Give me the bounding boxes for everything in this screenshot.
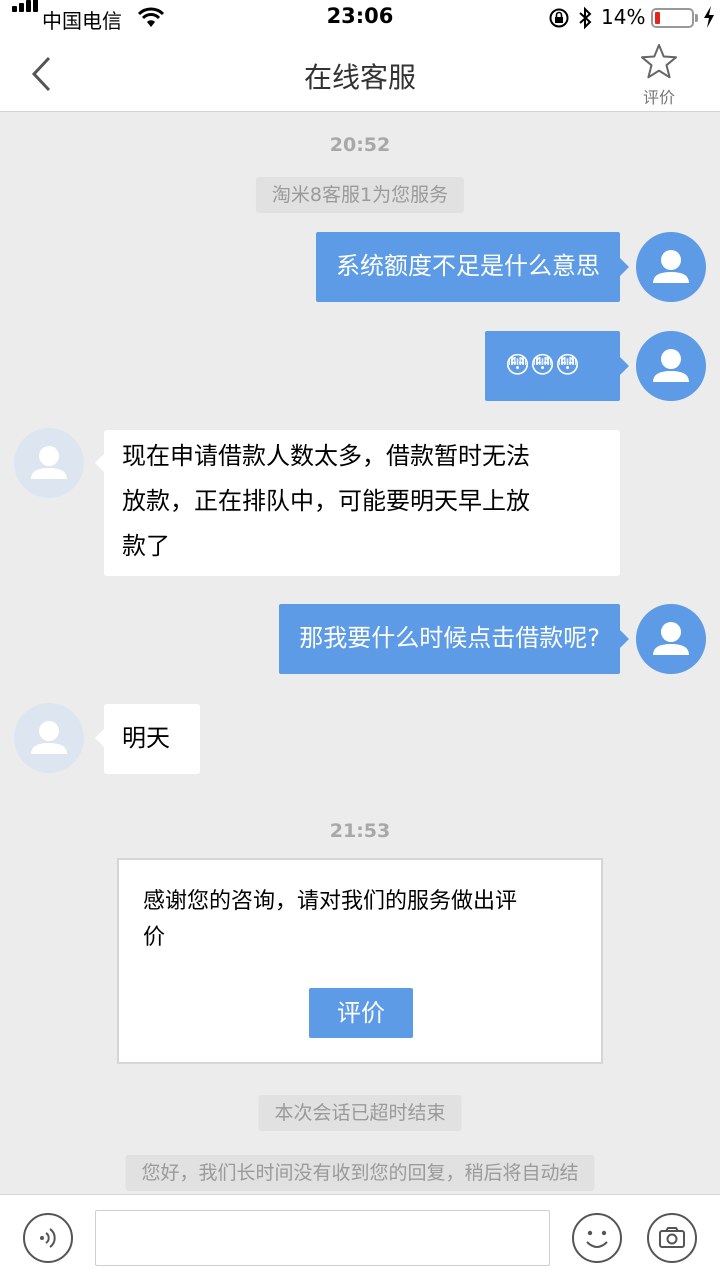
message-input[interactable] [95, 1210, 550, 1266]
status-bar: 中国电信 23:06 14% [0, 0, 720, 36]
rate-label: 评价 [642, 88, 675, 107]
bubble-arrow [95, 729, 104, 747]
rating-card-line: 感谢您的咨询，请对我们的服务做出评 [143, 889, 518, 914]
bubble-arrow [620, 258, 629, 276]
message-bubble-agent[interactable]: 明天 [104, 704, 200, 774]
message-bubble-user[interactable]: 😳😳😳 [485, 331, 620, 401]
bluetooth-icon [579, 6, 592, 30]
bubble-arrow [620, 630, 629, 648]
rotation-lock-icon [549, 8, 569, 28]
smiley-icon [572, 1213, 622, 1263]
battery-percent: 14% [601, 5, 646, 29]
timestamp: 21:53 [329, 820, 391, 842]
voice-icon [23, 1213, 73, 1263]
rating-card-text: 感谢您的咨询，请对我们的服务做出评 价 [143, 884, 573, 956]
rating-card-line: 价 [143, 925, 166, 950]
camera-button[interactable] [646, 1212, 698, 1264]
agent-avatar[interactable] [14, 703, 84, 773]
battery-icon [651, 8, 694, 28]
nav-bar: 在线客服 评价 [0, 36, 720, 112]
agent-avatar[interactable] [14, 428, 84, 498]
star-outline-icon [641, 44, 677, 79]
user-silhouette-icon [653, 349, 689, 382]
chat-area[interactable]: 20:52 淘米8客服1为您服务 系统额度不足是什么意思 😳😳😳 现在申请借款人… [0, 112, 720, 1194]
timestamp: 20:52 [329, 134, 391, 156]
agent-silhouette-icon [31, 721, 67, 754]
message-bubble-agent[interactable]: 现在申请借款人数太多，借款暂时无法 放款，正在排队中，可能要明天早上放 款了 [104, 430, 620, 576]
page-title: 在线客服 [303, 61, 416, 94]
battery-tip [695, 14, 698, 22]
battery-level-fill [655, 12, 660, 24]
auto-end-notice: 您好，我们长时间没有收到您的回复，稍后将自动结 [125, 1155, 595, 1191]
message-line: 款了 [122, 532, 170, 560]
user-silhouette-icon [653, 622, 689, 655]
user-avatar[interactable] [636, 331, 706, 401]
rate-service-button[interactable]: 评价 [309, 988, 413, 1038]
voice-button[interactable] [22, 1212, 74, 1264]
agent-silhouette-icon [31, 446, 67, 479]
message-text: 明天 [122, 724, 170, 752]
user-avatar[interactable] [636, 604, 706, 674]
service-notice: 淘米8客服1为您服务 [255, 177, 465, 213]
bubble-arrow [620, 357, 629, 375]
message-text: 那我要什么时候点击借款呢? [299, 624, 600, 652]
rating-card: 感谢您的咨询，请对我们的服务做出评 价 评价 [117, 858, 603, 1064]
user-avatar[interactable] [636, 232, 706, 302]
charging-icon [704, 6, 714, 28]
message-bubble-user[interactable]: 系统额度不足是什么意思 [316, 232, 620, 302]
bubble-arrow [95, 454, 104, 472]
emoji-button[interactable] [571, 1212, 623, 1264]
session-timeout-notice: 本次会话已超时结束 [258, 1095, 462, 1131]
message-text: 😳😳😳 [505, 351, 581, 379]
message-bubble-user[interactable]: 那我要什么时候点击借款呢? [279, 604, 620, 674]
rate-button[interactable]: 评价 [626, 42, 692, 110]
user-silhouette-icon [653, 250, 689, 283]
message-line: 现在申请借款人数太多，借款暂时无法 [122, 442, 530, 470]
camera-icon [647, 1213, 697, 1263]
message-text: 系统额度不足是什么意思 [336, 252, 600, 280]
input-bar [0, 1194, 720, 1280]
message-line: 放款，正在排队中，可能要明天早上放 [122, 487, 530, 515]
